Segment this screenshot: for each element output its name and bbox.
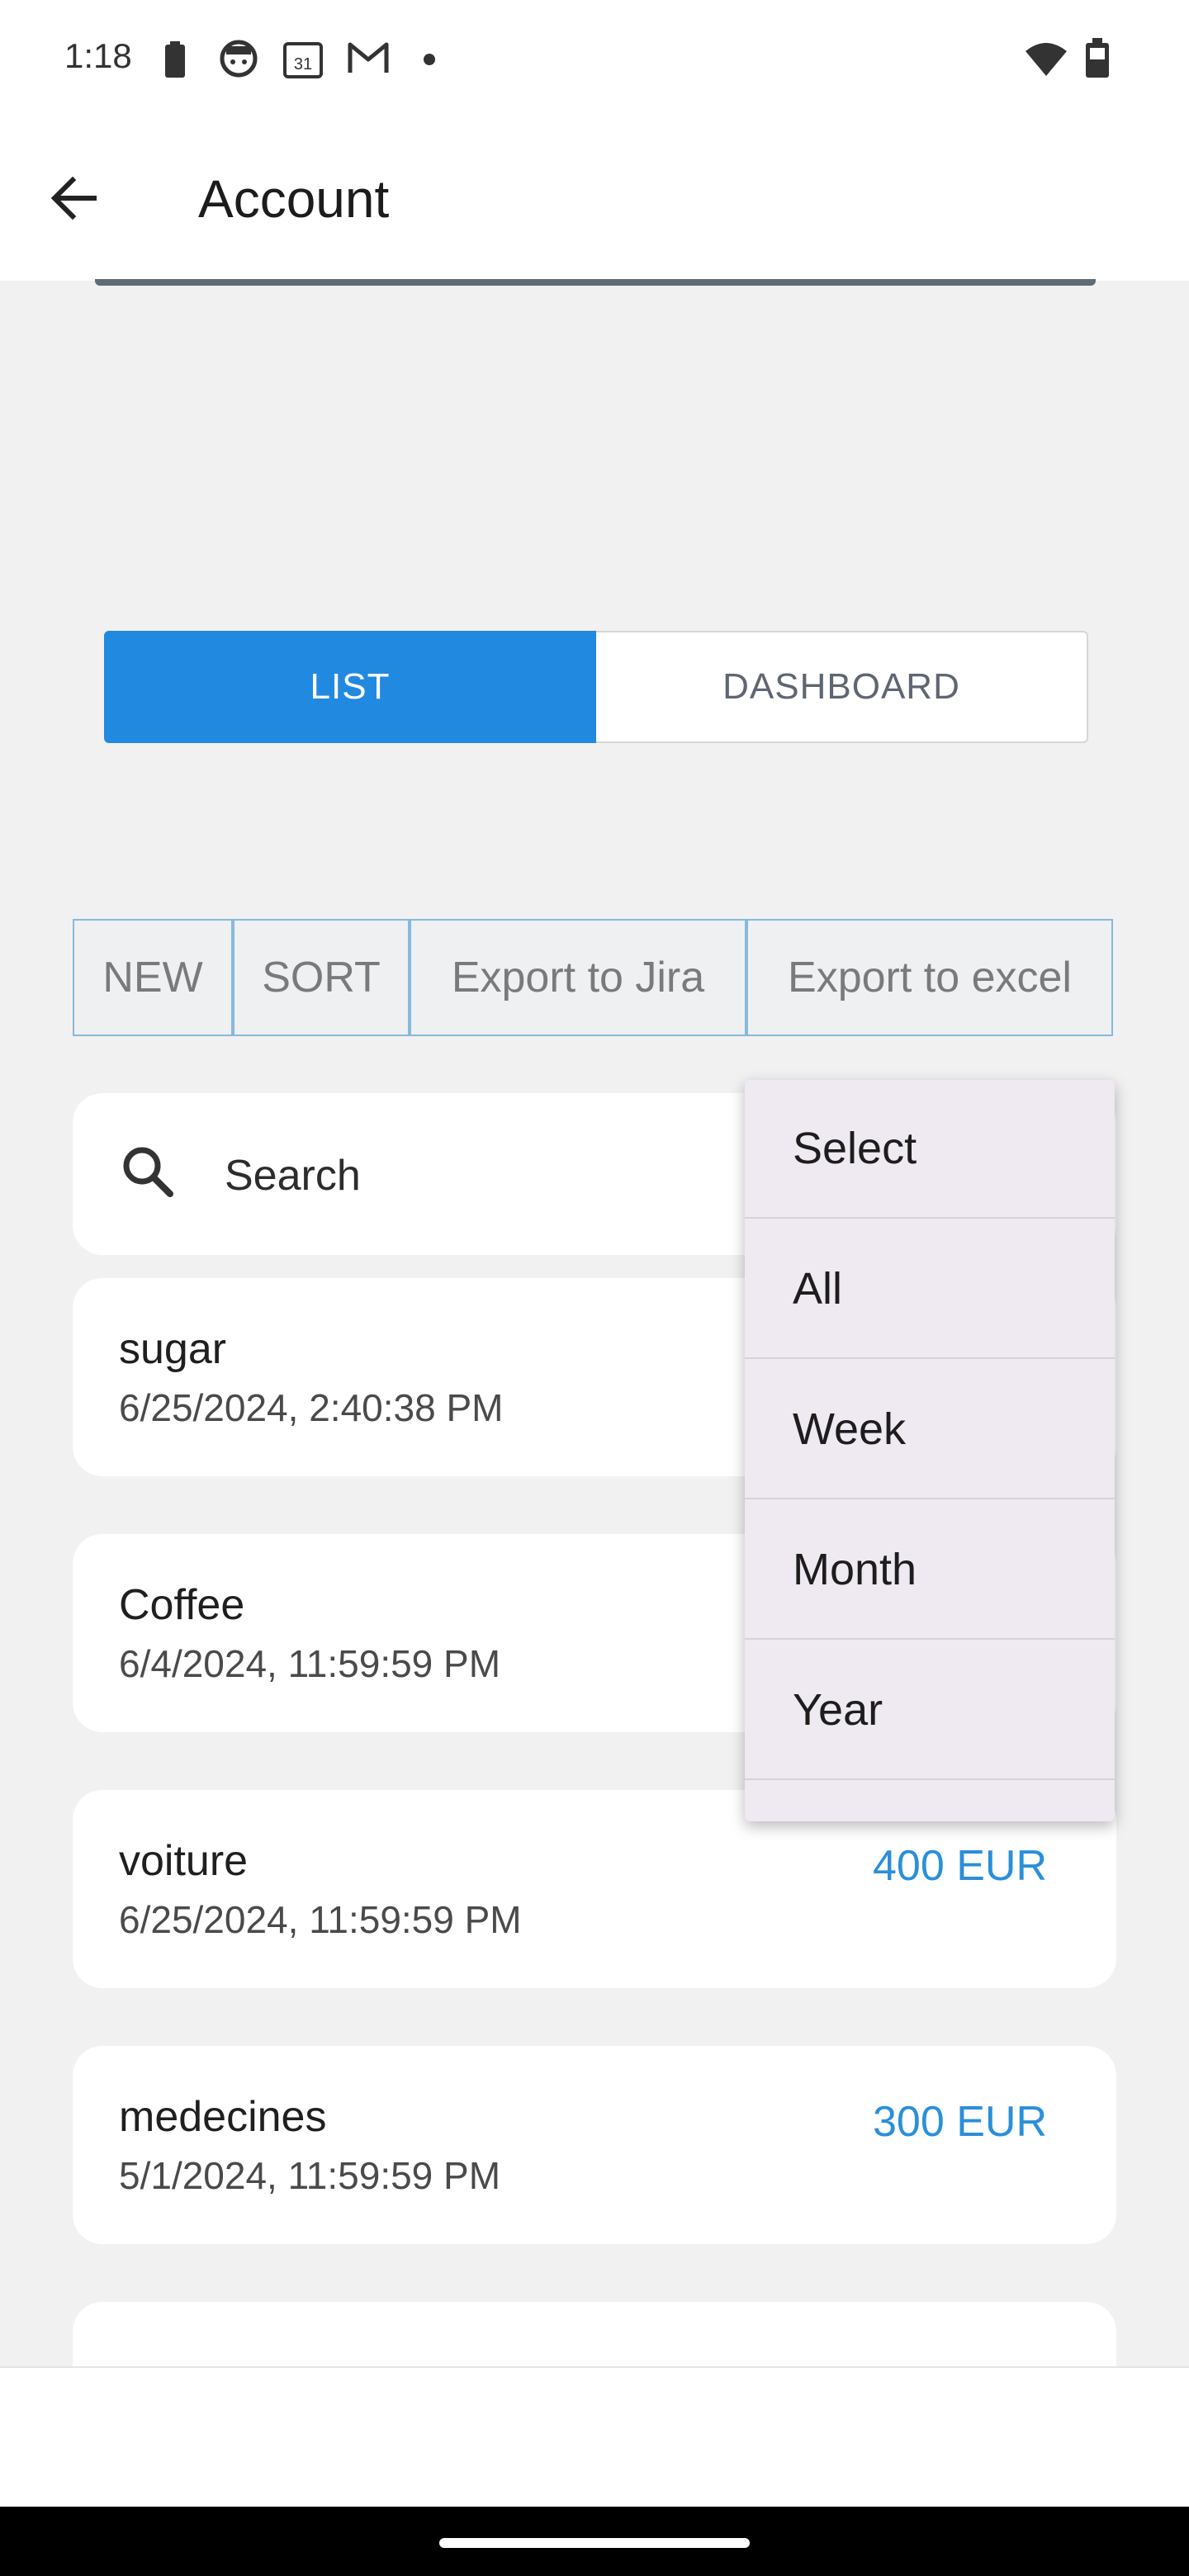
wifi-icon: [1026, 43, 1067, 76]
list-item[interactable]: medecines 5/1/2024, 11:59:59 PM 300 EUR: [73, 2046, 1116, 2244]
dropdown-option-month[interactable]: Month: [745, 1501, 1115, 1640]
home-handle[interactable]: [439, 2538, 750, 2548]
new-button[interactable]: NEW: [73, 919, 233, 1036]
battery-saver-icon: [165, 41, 185, 78]
system-nav-bar: [0, 2507, 1189, 2576]
battery-icon: [1086, 38, 1109, 78]
sort-button[interactable]: SORT: [233, 919, 410, 1036]
dropdown-option-select[interactable]: Select: [745, 1080, 1115, 1219]
item-date: 6/4/2024, 11:59:59 PM: [119, 1642, 501, 1685]
period-dropdown-menu: Select All Week Month Year: [745, 1080, 1115, 1821]
calendar-icon: 31: [283, 42, 323, 78]
face-icon: [220, 40, 258, 78]
item-amount: 400 EUR: [873, 1842, 1047, 1890]
export-excel-button[interactable]: Export to excel: [746, 919, 1113, 1036]
app-bar: Account: [0, 116, 1189, 281]
search-input[interactable]: Search: [225, 1151, 361, 1200]
arrow-left-icon[interactable]: [41, 165, 107, 231]
search-icon: [123, 1147, 173, 1197]
collapsed-panel-edge: [95, 279, 1096, 286]
dropdown-option-year[interactable]: Year: [745, 1641, 1115, 1780]
item-date: 6/25/2024, 2:40:38 PM: [119, 1386, 504, 1429]
page-title: Account: [198, 169, 390, 229]
status-bar: 1:18 31: [0, 0, 1189, 116]
item-date: 5/1/2024, 11:59:59 PM: [119, 2154, 501, 2197]
status-time: 1:18: [64, 36, 132, 75]
item-date: 6/25/2024, 11:59:59 PM: [119, 1898, 522, 1941]
dot-icon: [424, 54, 435, 65]
bottom-panel: [0, 2366, 1189, 2508]
svg-text:31: 31: [294, 55, 312, 73]
item-name: medecines: [119, 2093, 327, 2141]
item-amount: 300 EUR: [873, 2098, 1047, 2146]
dropdown-option-week[interactable]: Week: [745, 1361, 1115, 1499]
item-name: Coffee: [119, 1581, 245, 1629]
item-name: voiture: [119, 1837, 249, 1885]
dropdown-option-all[interactable]: All: [745, 1220, 1115, 1359]
tab-list[interactable]: LIST: [104, 631, 596, 743]
gmail-icon: [348, 42, 389, 73]
tab-dashboard[interactable]: DASHBOARD: [596, 631, 1088, 743]
export-jira-button[interactable]: Export to Jira: [410, 919, 746, 1036]
item-name: sugar: [119, 1325, 227, 1373]
